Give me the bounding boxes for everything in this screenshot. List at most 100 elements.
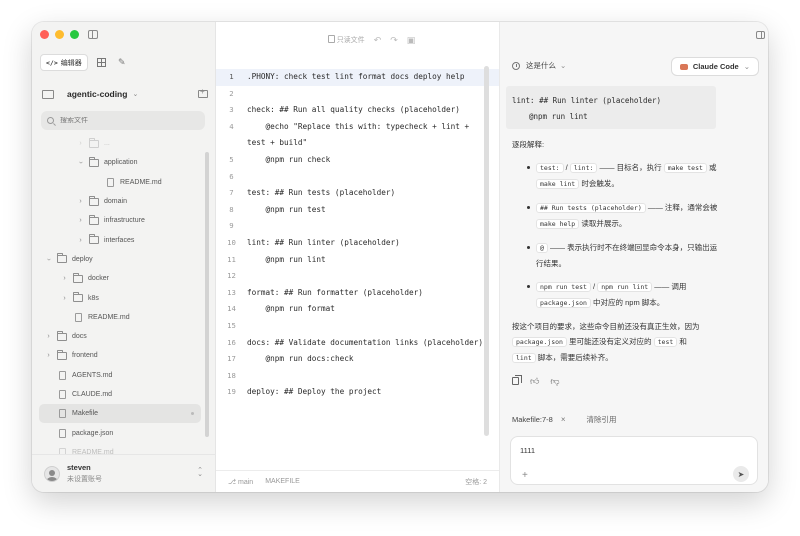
- tree-file[interactable]: README.md: [32, 173, 208, 192]
- chevron-right-icon[interactable]: ›: [76, 198, 85, 205]
- project-selector[interactable]: agentic-coding ⌄: [42, 86, 208, 102]
- tree-file[interactable]: AGENTS.md: [32, 366, 208, 385]
- tree-file[interactable]: README.md: [32, 443, 208, 454]
- tree-folder[interactable]: › deploy: [32, 250, 208, 269]
- send-button[interactable]: ➤: [733, 466, 749, 482]
- edit-button[interactable]: ✎: [116, 57, 128, 69]
- line-number: 9: [229, 221, 234, 231]
- panel-toggle-icon[interactable]: [756, 31, 765, 39]
- code-line[interactable]: 5 @npm run check: [216, 152, 499, 169]
- code-line[interactable]: 2: [216, 86, 499, 103]
- code-line[interactable]: 14 @npm run format: [216, 301, 499, 318]
- tree-file[interactable]: package.json: [32, 423, 208, 442]
- maximize-window-button[interactable]: [70, 30, 79, 39]
- code-line[interactable]: 12: [216, 268, 499, 285]
- user-account[interactable]: steven 未设置账号 ⌃ ⌄: [32, 454, 216, 492]
- thumbs-up-icon[interactable]: 👍︎: [530, 375, 539, 387]
- code-area[interactable]: 1 .PHONY: check test lint format docs dep…: [216, 69, 499, 462]
- clear-reference-button[interactable]: 清除引用: [587, 414, 617, 425]
- agent-selector[interactable]: Claude Code ⌄: [670, 57, 759, 76]
- line-text: [247, 268, 499, 285]
- code-line[interactable]: 17 @npm run docs:check: [216, 351, 499, 368]
- tree-folder[interactable]: › domain: [32, 192, 208, 211]
- tree-file[interactable]: Makefile: [39, 404, 201, 424]
- chevron-down-icon[interactable]: ›: [77, 158, 84, 167]
- file-icon: [59, 370, 66, 380]
- code-line[interactable]: 3 check: ## Run all quality checks (place…: [216, 102, 499, 119]
- line-number: 8: [229, 204, 234, 214]
- code-line[interactable]: 10 lint: ## Run linter (placeholder): [216, 235, 499, 252]
- code-line[interactable]: 6: [216, 169, 499, 186]
- line-number: 12: [227, 271, 236, 281]
- editor-scrollbar[interactable]: [484, 66, 489, 436]
- send-icon: ➤: [737, 469, 745, 479]
- code-line[interactable]: 15: [216, 318, 499, 335]
- tree-folder[interactable]: › docker: [32, 269, 208, 288]
- code-line[interactable]: 18: [216, 368, 499, 385]
- line-number: 1: [229, 72, 234, 81]
- code-line[interactable]: 13 format: ## Run formatter (placeholder): [216, 285, 499, 302]
- thumbs-down-icon[interactable]: 👎︎: [550, 375, 559, 387]
- line-text: @npm run lint: [247, 254, 326, 264]
- code-line[interactable]: 8 @npm run test: [216, 202, 499, 219]
- chevron-right-icon[interactable]: ›: [76, 217, 85, 224]
- chevron-right-icon[interactable]: ›: [76, 140, 85, 147]
- chevron-right-icon[interactable]: ›: [76, 237, 85, 244]
- tree-folder[interactable]: › application: [32, 153, 208, 172]
- grid-icon: [97, 58, 107, 67]
- line-text: test: ## Run tests (placeholder): [247, 188, 396, 198]
- code-line[interactable]: 1 .PHONY: check test lint format docs dep…: [216, 69, 499, 86]
- chevron-down-icon[interactable]: ›: [45, 255, 52, 264]
- sidebar: </> 编辑器 ✎ agentic-coding ⌄ ›...›applicat…: [32, 22, 216, 492]
- chevron-right-icon[interactable]: ›: [60, 295, 69, 302]
- assistant-message: lint: ## Run linter (placeholder) @npm r…: [506, 86, 762, 387]
- search-input[interactable]: [60, 117, 190, 124]
- expand-icon[interactable]: ⌃ ⌄: [197, 467, 203, 478]
- code-line[interactable]: 19 deploy: ## Deploy the project: [216, 384, 499, 401]
- save-icon[interactable]: ▣: [407, 35, 416, 46]
- tree-folder[interactable]: › k8s: [32, 288, 208, 307]
- sidebar-toggle-icon[interactable]: [88, 30, 98, 39]
- line-text: format: ## Run formatter (placeholder): [247, 287, 423, 297]
- tree-folder[interactable]: › infrastructure: [32, 211, 208, 230]
- indent-setting[interactable]: 空格: 2: [465, 477, 487, 487]
- reference-chip[interactable]: Makefile:7-8: [512, 415, 553, 424]
- code-line[interactable]: 11 @npm run lint: [216, 252, 499, 269]
- tree-file[interactable]: README.md: [32, 308, 208, 327]
- line-text: deploy: ## Deploy the project: [247, 387, 382, 397]
- new-folder-icon[interactable]: [198, 87, 208, 98]
- tree-folder[interactable]: ›...: [32, 134, 208, 153]
- copy-icon[interactable]: [512, 375, 522, 385]
- close-window-button[interactable]: [40, 30, 49, 39]
- code-line[interactable]: 16 docs: ## Validate documentation links …: [216, 335, 499, 352]
- chevron-right-icon[interactable]: ›: [60, 275, 69, 282]
- undo-icon[interactable]: ↶: [374, 35, 382, 46]
- editor-mode-button[interactable]: </> 编辑器: [40, 54, 88, 71]
- folder-icon: [89, 137, 99, 148]
- code-line[interactable]: 4 @echo "Replace this with: typecheck + …: [216, 119, 499, 152]
- folder-icon: [73, 292, 83, 303]
- sidebar-scrollbar[interactable]: [205, 152, 209, 437]
- branch-indicator[interactable]: ⎇ main: [228, 478, 253, 486]
- chat-input[interactable]: 1111 + ➤: [510, 436, 758, 485]
- add-attachment-icon[interactable]: +: [522, 470, 528, 481]
- tree-folder[interactable]: › frontend: [32, 346, 208, 365]
- context-selector[interactable]: 这是什么 ⌄: [512, 60, 566, 71]
- chat-input-text[interactable]: 1111: [520, 446, 535, 455]
- tree-folder[interactable]: › interfaces: [32, 230, 208, 249]
- minimize-window-button[interactable]: [55, 30, 64, 39]
- chevron-right-icon[interactable]: ›: [44, 333, 53, 340]
- redo-icon[interactable]: ↷: [390, 35, 398, 46]
- code-line[interactable]: 7 test: ## Run tests (placeholder): [216, 185, 499, 202]
- line-text: [247, 218, 499, 235]
- grid-view-button[interactable]: [96, 57, 108, 69]
- line-number: 10: [227, 237, 236, 247]
- history-icon: [512, 61, 520, 70]
- tree-folder[interactable]: › docs: [32, 327, 208, 346]
- code-line[interactable]: 9: [216, 218, 499, 235]
- chevron-right-icon[interactable]: ›: [44, 352, 53, 359]
- tree-file[interactable]: CLAUDE.md: [32, 385, 208, 404]
- file-tree: ›... › application README.md › domain › infrast…: [32, 134, 208, 454]
- remove-reference-icon[interactable]: ×: [561, 415, 566, 424]
- language-mode[interactable]: MAKEFILE: [265, 478, 300, 485]
